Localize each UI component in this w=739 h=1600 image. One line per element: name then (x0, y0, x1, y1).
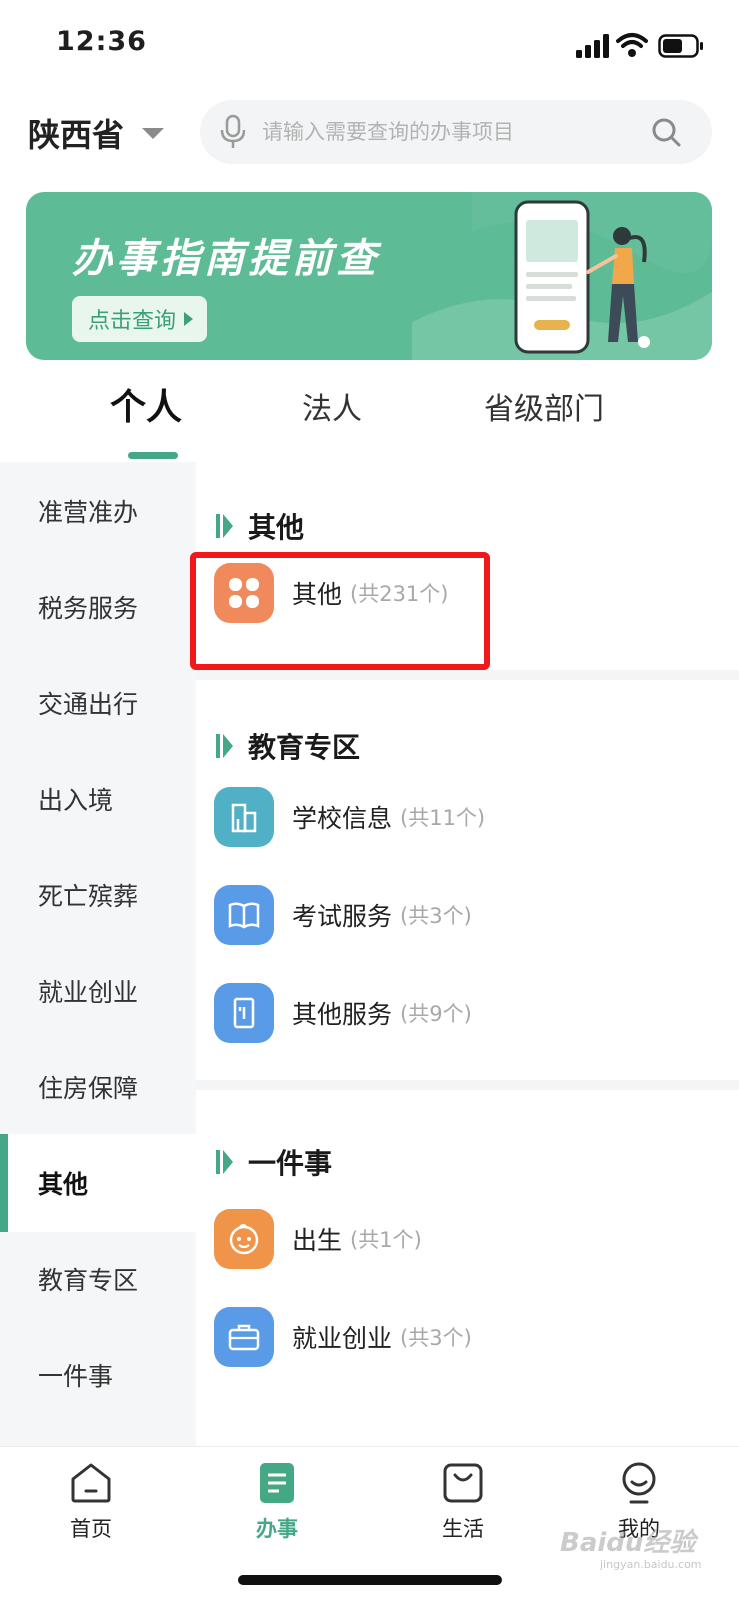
side-item-one-thing[interactable]: 一件事 (0, 1326, 196, 1424)
wifi-icon (616, 33, 648, 57)
play-arrow-icon (184, 312, 194, 326)
province-label: 陕西省 (28, 116, 125, 154)
section-one-thing: 一件事 出生 (共1个) 就业创业 (共3个) (196, 1090, 739, 1446)
item-label: 学校信息 (292, 804, 393, 833)
side-item-zhunying[interactable]: 准营准办 (0, 462, 196, 560)
service-item-birth[interactable]: 出生 (共1个) (214, 1208, 422, 1270)
book-icon (214, 885, 274, 945)
item-label: 出生 (292, 1226, 343, 1255)
door-icon (214, 983, 274, 1043)
service-item-other-services[interactable]: 其他服务 (共9个) (214, 982, 472, 1044)
section-title: 教育专区 (248, 731, 361, 764)
service-item-school-info[interactable]: 学校信息 (共11个) (214, 786, 485, 848)
section-marker-icon (216, 733, 236, 759)
bottom-tab-home[interactable]: 首页 (36, 1459, 146, 1543)
home-indicator[interactable] (238, 1575, 502, 1585)
side-item-housing[interactable]: 住房保障 (0, 1038, 196, 1136)
item-count: (共3个) (400, 1326, 472, 1350)
status-time: 12:36 (56, 26, 147, 57)
guide-banner[interactable]: 办事指南提前查 点击查询 (26, 192, 712, 360)
section-education: 教育专区 学校信息 (共11个) 考试服务 (共3个) 其他服务 (共9个) (196, 680, 739, 1080)
battery-icon (658, 34, 703, 58)
tab-provincial-departments[interactable]: 省级部门 (484, 384, 604, 428)
banner-title: 办事指南提前查 (72, 236, 380, 282)
item-count: (共9个) (400, 1002, 472, 1026)
side-item-exit-entry[interactable]: 出入境 (0, 750, 196, 848)
category-tabs: 个人 法人 省级部门 (0, 372, 739, 462)
microphone-icon[interactable] (218, 114, 248, 150)
item-label: 考试服务 (292, 902, 393, 931)
side-item-other[interactable]: 其他 (0, 1134, 196, 1232)
banner-illustration (412, 192, 712, 360)
search-icon[interactable] (650, 116, 682, 148)
side-item-education[interactable]: 教育专区 (0, 1230, 196, 1328)
banner-button-label: 点击查询 (88, 309, 177, 334)
item-count: (共1个) (350, 1228, 422, 1252)
side-item-traffic[interactable]: 交通出行 (0, 654, 196, 752)
side-category-nav: 准营准办 税务服务 交通出行 出入境 死亡殡葬 就业创业 住房保障 其他 教育专… (0, 462, 196, 1446)
bottom-tab-life[interactable]: 生活 (408, 1459, 518, 1543)
bottom-tab-label: 生活 (442, 1517, 484, 1541)
status-bar: 12:36 (0, 0, 739, 92)
active-tab-indicator (128, 452, 178, 459)
document-icon (260, 1463, 294, 1503)
item-label: 就业创业 (292, 1324, 393, 1353)
section-title: 一件事 (248, 1147, 333, 1180)
bottom-tab-label: 首页 (70, 1517, 112, 1541)
section-title: 其他 (248, 511, 305, 544)
tab-personal[interactable]: 个人 (110, 378, 182, 430)
building-icon (214, 787, 274, 847)
item-count: (共11个) (400, 806, 486, 830)
search-bar[interactable] (200, 100, 712, 164)
section-header: 教育专区 (216, 726, 360, 766)
service-item-exam[interactable]: 考试服务 (共3个) (214, 884, 472, 946)
bottom-tab-label: 办事 (256, 1517, 298, 1541)
bottom-tab-services[interactable]: 办事 (222, 1459, 332, 1543)
item-count: (共3个) (400, 904, 472, 928)
highlight-annotation-box (190, 552, 490, 670)
service-item-employment[interactable]: 就业创业 (共3个) (214, 1306, 472, 1368)
briefcase-icon (214, 1307, 274, 1367)
province-selector[interactable]: 陕西省 (28, 108, 165, 158)
cellular-signal-icon (576, 34, 609, 58)
watermark-text: Baidu经验 (560, 1528, 696, 1558)
side-item-tax[interactable]: 税务服务 (0, 558, 196, 656)
banner-query-button[interactable]: 点击查询 (72, 296, 208, 342)
section-header: 其他 (216, 506, 304, 546)
tab-legal-entity[interactable]: 法人 (302, 384, 362, 428)
profile-icon (622, 1462, 656, 1504)
side-item-employment[interactable]: 就业创业 (0, 942, 196, 1040)
caret-down-icon (142, 127, 165, 139)
search-input[interactable] (262, 120, 622, 144)
side-item-funeral[interactable]: 死亡殡葬 (0, 846, 196, 944)
home-icon (71, 1463, 111, 1503)
section-header: 一件事 (216, 1142, 332, 1182)
section-marker-icon (216, 513, 236, 539)
item-label: 其他服务 (292, 1000, 393, 1029)
section-marker-icon (216, 1149, 236, 1175)
shopping-bag-icon (443, 1463, 483, 1503)
baby-face-icon (214, 1209, 274, 1269)
watermark-subtext: jingyan.baidu.com (600, 1558, 702, 1571)
